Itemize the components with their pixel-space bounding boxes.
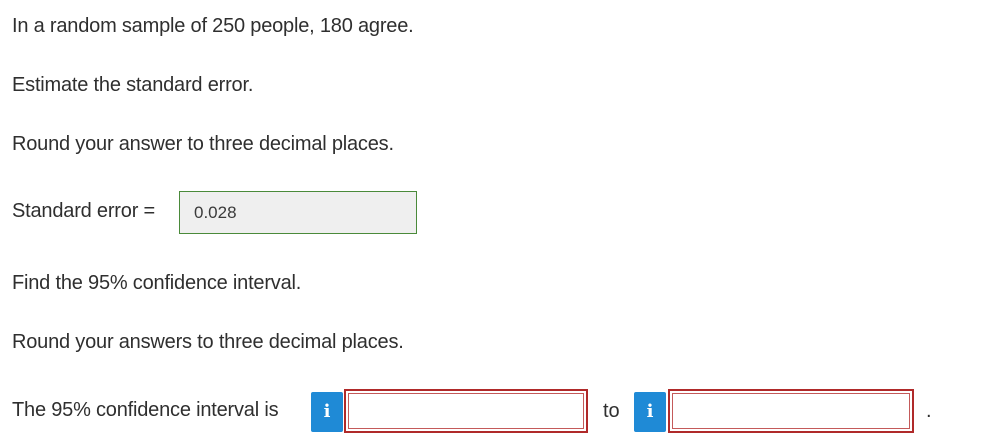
- sentence-period: .: [926, 400, 932, 422]
- standard-error-label: Standard error =: [12, 200, 155, 222]
- confidence-interval-label: The 95% confidence interval is: [12, 399, 279, 421]
- standard-error-input[interactable]: [179, 191, 417, 234]
- question-sample-text: In a random sample of 250 people, 180 ag…: [12, 15, 414, 37]
- confidence-interval-prompt: Find the 95% confidence interval.: [12, 272, 302, 294]
- rounding-instruction: Round your answer to three decimal place…: [12, 133, 394, 155]
- ci-upper-bound-input[interactable]: [668, 389, 914, 433]
- estimate-standard-error-prompt: Estimate the standard error.: [12, 74, 254, 96]
- interval-separator-text: to: [603, 400, 620, 422]
- rounding-instruction-plural: Round your answers to three decimal plac…: [12, 331, 404, 353]
- ci-lower-bound-input[interactable]: [344, 389, 588, 433]
- info-icon[interactable]: i: [634, 392, 666, 432]
- info-icon[interactable]: i: [311, 392, 343, 432]
